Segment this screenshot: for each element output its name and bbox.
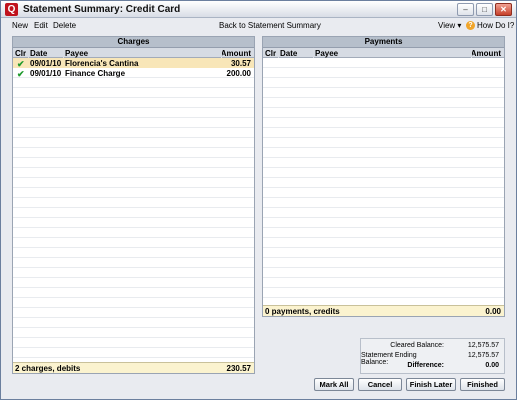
statement-summary-window: Q Statement Summary: Credit Card – □ ✕ N… — [0, 0, 517, 400]
menu-delete[interactable]: Delete — [53, 21, 76, 30]
payments-title: Payments — [263, 37, 504, 48]
ending-balance-value: 12,575.57 — [467, 352, 499, 359]
finish-later-button[interactable]: Finish Later — [406, 378, 456, 391]
table-row[interactable]: ✔ 09/01/10 Finance Charge 200.00 — [13, 68, 254, 80]
row-date: 09/01/10 — [30, 69, 62, 78]
payments-list — [263, 58, 504, 305]
payments-column-header: Clr Date Payee Amount — [263, 48, 504, 58]
payments-count: 0 payments, credits — [265, 307, 340, 316]
col-payee[interactable]: Payee — [65, 49, 88, 58]
difference-value: 0.00 — [485, 362, 499, 369]
col-date[interactable]: Date — [30, 49, 47, 58]
charges-title: Charges — [13, 37, 254, 48]
payments-panel: Payments Clr Date Payee Amount 0 payment… — [262, 36, 505, 317]
menu-view[interactable]: View ▾ — [438, 21, 461, 30]
maximize-button[interactable]: □ — [476, 3, 493, 16]
row-payee: Florencia's Cantina — [65, 59, 139, 68]
charges-total: 230.57 — [226, 364, 251, 373]
col-amount[interactable]: Amount — [471, 49, 501, 58]
table-row[interactable]: ✔ 09/01/10 Florencia's Cantina 30.57 — [13, 58, 254, 69]
charges-column-header: Clr Date Payee Amount — [13, 48, 254, 58]
mark-all-button[interactable]: Mark All — [314, 378, 354, 391]
charges-count: 2 charges, debits — [15, 364, 81, 373]
charges-panel: Charges Clr Date Payee Amount ✔ 09/01/10… — [12, 36, 255, 374]
cancel-button[interactable]: Cancel — [358, 378, 402, 391]
help-icon[interactable]: ? — [466, 21, 475, 30]
col-payee[interactable]: Payee — [315, 49, 338, 58]
title-bar: Q Statement Summary: Credit Card – □ ✕ — [1, 1, 516, 18]
quicken-app-icon: Q — [5, 3, 18, 16]
minimize-button[interactable]: – — [457, 3, 474, 16]
menu-edit[interactable]: Edit — [34, 21, 48, 30]
row-payee: Finance Charge — [65, 69, 126, 78]
row-date: 09/01/10 — [30, 59, 62, 68]
how-do-i-link[interactable]: How Do I? — [477, 21, 514, 30]
cleared-balance-label: Cleared Balance: — [390, 342, 444, 349]
col-amount[interactable]: Amount — [221, 49, 251, 58]
payments-total: 0.00 — [485, 307, 501, 316]
charges-list: ✔ 09/01/10 Florencia's Cantina 30.57 ✔ 0… — [13, 58, 254, 362]
window-title: Statement Summary: Credit Card — [23, 4, 181, 15]
col-clr[interactable]: Clr — [15, 49, 26, 58]
finished-button[interactable]: Finished — [460, 378, 505, 391]
cleared-check-icon[interactable]: ✔ — [17, 69, 25, 80]
col-date[interactable]: Date — [280, 49, 297, 58]
close-button[interactable]: ✕ — [495, 3, 512, 16]
row-amount: 30.57 — [230, 59, 251, 68]
balance-summary: Cleared Balance: 12,575.57 Statement End… — [360, 338, 505, 374]
charges-footer: 2 charges, debits 230.57 — [13, 362, 254, 373]
menu-new[interactable]: New — [12, 21, 28, 30]
col-clr[interactable]: Clr — [265, 49, 276, 58]
menu-bar: New Edit Delete Back to Statement Summar… — [1, 19, 516, 33]
back-to-statement-summary-link[interactable]: Back to Statement Summary — [219, 21, 321, 30]
difference-label: Difference: — [407, 362, 444, 369]
payments-footer: 0 payments, credits 0.00 — [263, 305, 504, 316]
cleared-balance-value: 12,575.57 — [467, 342, 499, 349]
row-amount: 200.00 — [226, 69, 251, 78]
